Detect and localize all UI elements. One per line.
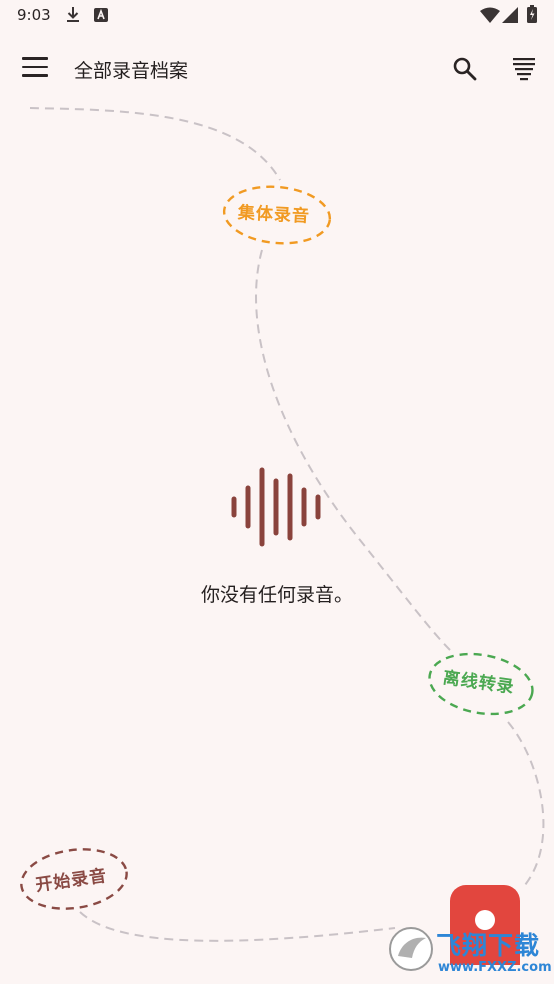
watermark-title: 飞翔下载 — [436, 931, 541, 960]
watermark-url: www.FXXZ.com — [438, 960, 552, 975]
chip-group-recording: 集体录音 — [237, 203, 311, 227]
empty-state-message: 你没有任何录音。 — [200, 584, 353, 606]
watermark-logo-icon — [389, 927, 433, 971]
waveform-icon — [231, 467, 321, 547]
watermark: 飞翔下载 www.FXXZ.com — [386, 922, 554, 984]
